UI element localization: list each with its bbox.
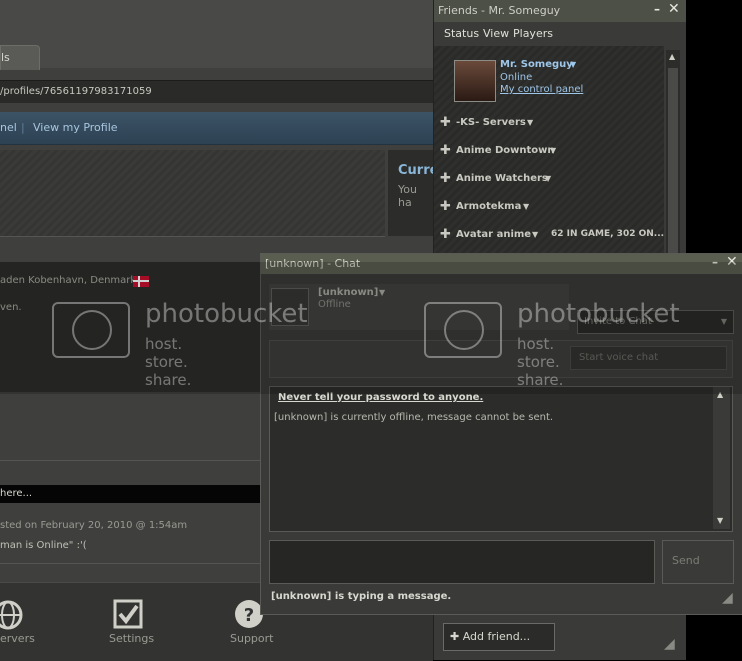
my-status: Online [500, 72, 533, 83]
add-friend-label: Add friend... [462, 630, 531, 643]
plus-icon: ✚ [450, 630, 460, 643]
tab-label: ls [1, 51, 10, 64]
group-avatar-anime[interactable]: Avatar anime [456, 229, 531, 240]
comment-text: man is Online" :'( [0, 540, 87, 551]
camera-icon [424, 302, 502, 358]
servers-label: ervers [0, 632, 35, 645]
group-ks-servers[interactable]: -KS- Servers [456, 117, 526, 128]
profile-header [0, 150, 385, 236]
group-anime-downtown[interactable]: Anime Downtown [456, 145, 555, 156]
add-friend-button[interactable]: ✚ Add friend... [443, 623, 555, 651]
current-sub: You ha [398, 183, 417, 209]
chevron-down-icon[interactable]: ▼ [570, 60, 576, 69]
support-label: Support [230, 632, 274, 645]
plus-icon[interactable]: ✚ [440, 227, 451, 242]
chat-history[interactable]: Never tell your password to anyone. [unk… [269, 386, 733, 532]
scroll-up-icon[interactable]: ▲ [669, 52, 675, 61]
comment-placeholder: here... [0, 488, 33, 499]
send-button[interactable]: Send [662, 540, 734, 584]
address-text: /profiles/76561197983171059 [0, 86, 152, 97]
plus-icon[interactable]: ✚ [440, 171, 451, 186]
friends-menu-bar: Status View Players [434, 22, 686, 46]
scroll-down-icon[interactable]: ▼ [717, 516, 723, 525]
menu-view[interactable]: View [483, 27, 509, 40]
globe-icon [0, 600, 23, 630]
comment-date: sted on February 20, 2010 @ 1:54am [0, 520, 188, 531]
close-icon[interactable]: ✕ [668, 1, 680, 17]
friends-title: Friends - Mr. Someguy [438, 4, 561, 17]
chevron-down-icon[interactable]: ▼ [532, 230, 538, 239]
control-panel-link[interactable]: My control panel [500, 84, 583, 95]
nav-separator: | [21, 121, 25, 134]
chevron-down-icon[interactable]: ▼ [545, 174, 551, 183]
group-armotekma[interactable]: Armotekma [456, 201, 521, 212]
settings-button[interactable]: Settings [105, 583, 155, 661]
settings-label: Settings [109, 632, 155, 645]
watermark-brand: photobucket [145, 299, 308, 329]
checkbox-icon [113, 599, 143, 629]
watermark-tagline: host. store. share. [145, 335, 192, 389]
nav-link-view-profile[interactable]: View my Profile [33, 121, 118, 134]
my-name[interactable]: Mr. Someguy [500, 59, 573, 70]
current-game-box: Curre You ha [388, 150, 438, 236]
tab-strip [0, 0, 433, 68]
plus-icon[interactable]: ✚ [440, 199, 451, 214]
watermark-tagline: host. store. share. [517, 335, 564, 389]
camera-icon [52, 302, 130, 358]
plus-icon[interactable]: ✚ [440, 115, 451, 130]
plus-icon[interactable]: ✚ [440, 143, 451, 158]
minimize-icon[interactable]: – [654, 2, 660, 16]
menu-status[interactable]: Status [444, 27, 479, 40]
nav-link-control-panel[interactable]: nel [0, 121, 17, 134]
chevron-down-icon[interactable]: ▼ [527, 118, 533, 127]
message-input[interactable] [269, 540, 655, 584]
divider [0, 460, 262, 461]
scrollbar-thumb[interactable] [668, 68, 678, 253]
group-anime-watchers[interactable]: Anime Watchers [456, 173, 548, 184]
resize-grip-icon[interactable]: ◢ [722, 590, 733, 606]
menu-players[interactable]: Players [513, 27, 553, 40]
chat-scrollbar[interactable] [713, 387, 730, 529]
svg-text:?: ? [244, 605, 254, 626]
avatar[interactable] [454, 60, 496, 102]
divider [0, 563, 262, 564]
servers-button[interactable]: ervers [0, 583, 70, 661]
chevron-down-icon[interactable]: ▼ [523, 202, 529, 211]
comment-input[interactable]: here... [0, 485, 262, 503]
send-label: Send [672, 554, 700, 567]
typing-indicator: [unknown] is typing a message. [271, 591, 452, 602]
chevron-down-icon[interactable]: ▼ [550, 146, 556, 155]
address-bar[interactable]: /profiles/76561197983171059 [0, 80, 433, 103]
profile-nav-bar: nel | View my Profile [0, 112, 433, 145]
divider [0, 236, 385, 237]
browser-tab[interactable]: ls [0, 45, 40, 70]
friends-title-bar[interactable]: Friends - Mr. Someguy – ✕ [434, 0, 686, 22]
resize-grip-icon[interactable]: ◢ [664, 636, 675, 652]
in-game-count: 62 IN GAME, 302 ON... [551, 229, 665, 239]
watermark-brand: photobucket [517, 299, 680, 329]
offline-message: [unknown] is currently offline, message … [274, 412, 554, 423]
